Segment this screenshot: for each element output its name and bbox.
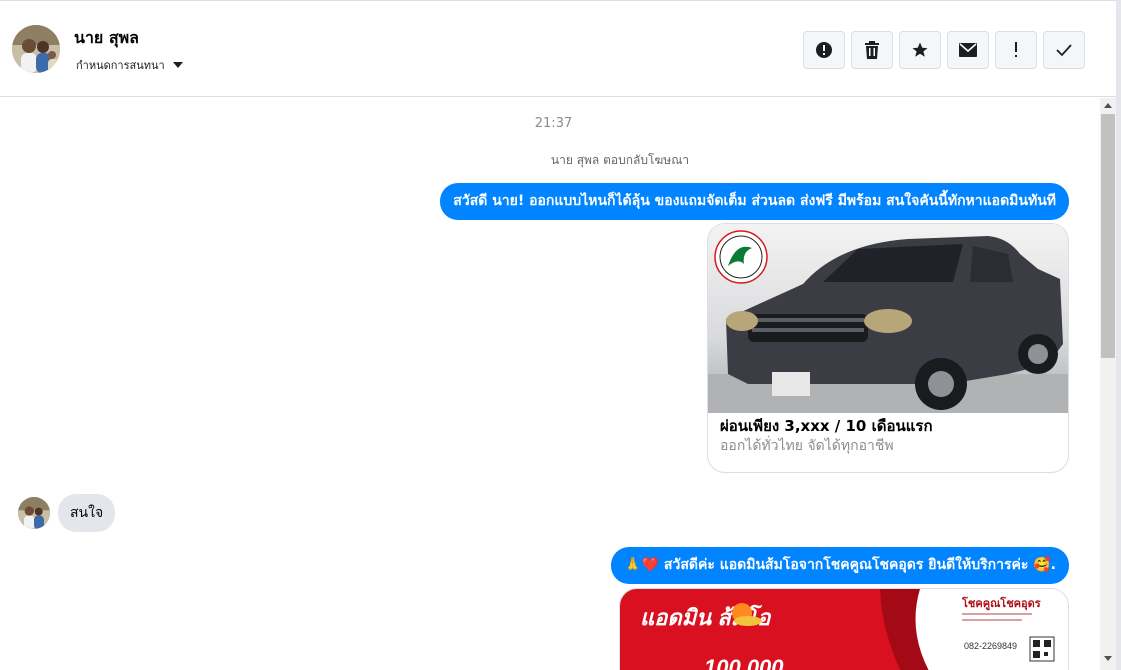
scrollbar-thumb[interactable] — [1101, 114, 1115, 358]
star-icon — [912, 42, 928, 57]
conversation-header: นาย สุพล กำหนดการสนทนา — [0, 1, 1116, 97]
incoming-message[interactable]: สนใจ — [58, 494, 116, 532]
mark-spam-button[interactable] — [803, 31, 845, 69]
outgoing-message[interactable]: สวัสดี นาย! ออกแบบไหนก็ได้ลุ้น ของแถมจัด… — [440, 183, 1069, 220]
incoming-message-row: สนใจ — [18, 494, 116, 532]
alert-circle-icon — [816, 42, 832, 58]
sender-avatar[interactable] — [18, 497, 50, 529]
trash-icon — [865, 41, 879, 59]
contact-avatar[interactable] — [12, 25, 60, 73]
scrollbar[interactable] — [1100, 98, 1116, 670]
mark-done-button[interactable] — [1043, 31, 1085, 69]
ad-car-image — [708, 224, 1068, 413]
checkmark-icon — [1056, 44, 1072, 57]
window-edge — [1116, 0, 1121, 670]
banner-phone: 082-2269849 — [964, 641, 1017, 651]
exclamation-icon — [1015, 42, 1017, 57]
ad-card-subtitle: ออกได้ทั่วไทย จัดได้ทุกอาชีพ — [720, 438, 894, 454]
scroll-down-arrow-icon[interactable] — [1104, 656, 1112, 661]
banner-company: โชคคูณโชคอุดร — [961, 596, 1041, 611]
outgoing-message[interactable]: 🙏❤️ สวัสดีค่ะ แอดมินส้มโอจากโชคคูณโชคอุด… — [611, 547, 1069, 584]
message-thread[interactable]: 21:37 นาย สุพล ตอบกลับโฆษณา สวัสดี นาย! … — [0, 98, 1100, 670]
star-button[interactable] — [899, 31, 941, 69]
header-actions — [803, 31, 1085, 69]
banner-amount: 100,000 — [704, 655, 784, 670]
follow-up-button[interactable] — [995, 31, 1037, 69]
caret-down-icon — [172, 62, 183, 68]
conversation-setting-dropdown[interactable]: กำหนดการสนทนา — [76, 56, 183, 74]
ad-card[interactable]: ผ่อนเพียง 3,xxx / 10 เดือนแรก ออกได้ทั่ว… — [707, 223, 1069, 473]
scroll-up-arrow-icon[interactable] — [1104, 103, 1112, 108]
inbox-conversation-view: นาย สุพล กำหนดการสนทนา 21:37 นาย สุพล ตอ… — [0, 0, 1121, 670]
mark-unread-button[interactable] — [947, 31, 989, 69]
contact-name[interactable]: นาย สุพล — [74, 26, 139, 51]
conversation-setting-label: กำหนดการสนทนา — [76, 59, 165, 72]
ad-reply-note: นาย สุพล ตอบกลับโฆษณา — [550, 153, 690, 167]
envelope-icon — [959, 43, 977, 57]
admin-banner-image[interactable]: แอดมิน ส้มโอ 100,000 โชคคูณโชคอุดร 082-2… — [619, 588, 1069, 670]
delete-button[interactable] — [851, 31, 893, 69]
message-timestamp: 21:37 — [534, 116, 573, 131]
